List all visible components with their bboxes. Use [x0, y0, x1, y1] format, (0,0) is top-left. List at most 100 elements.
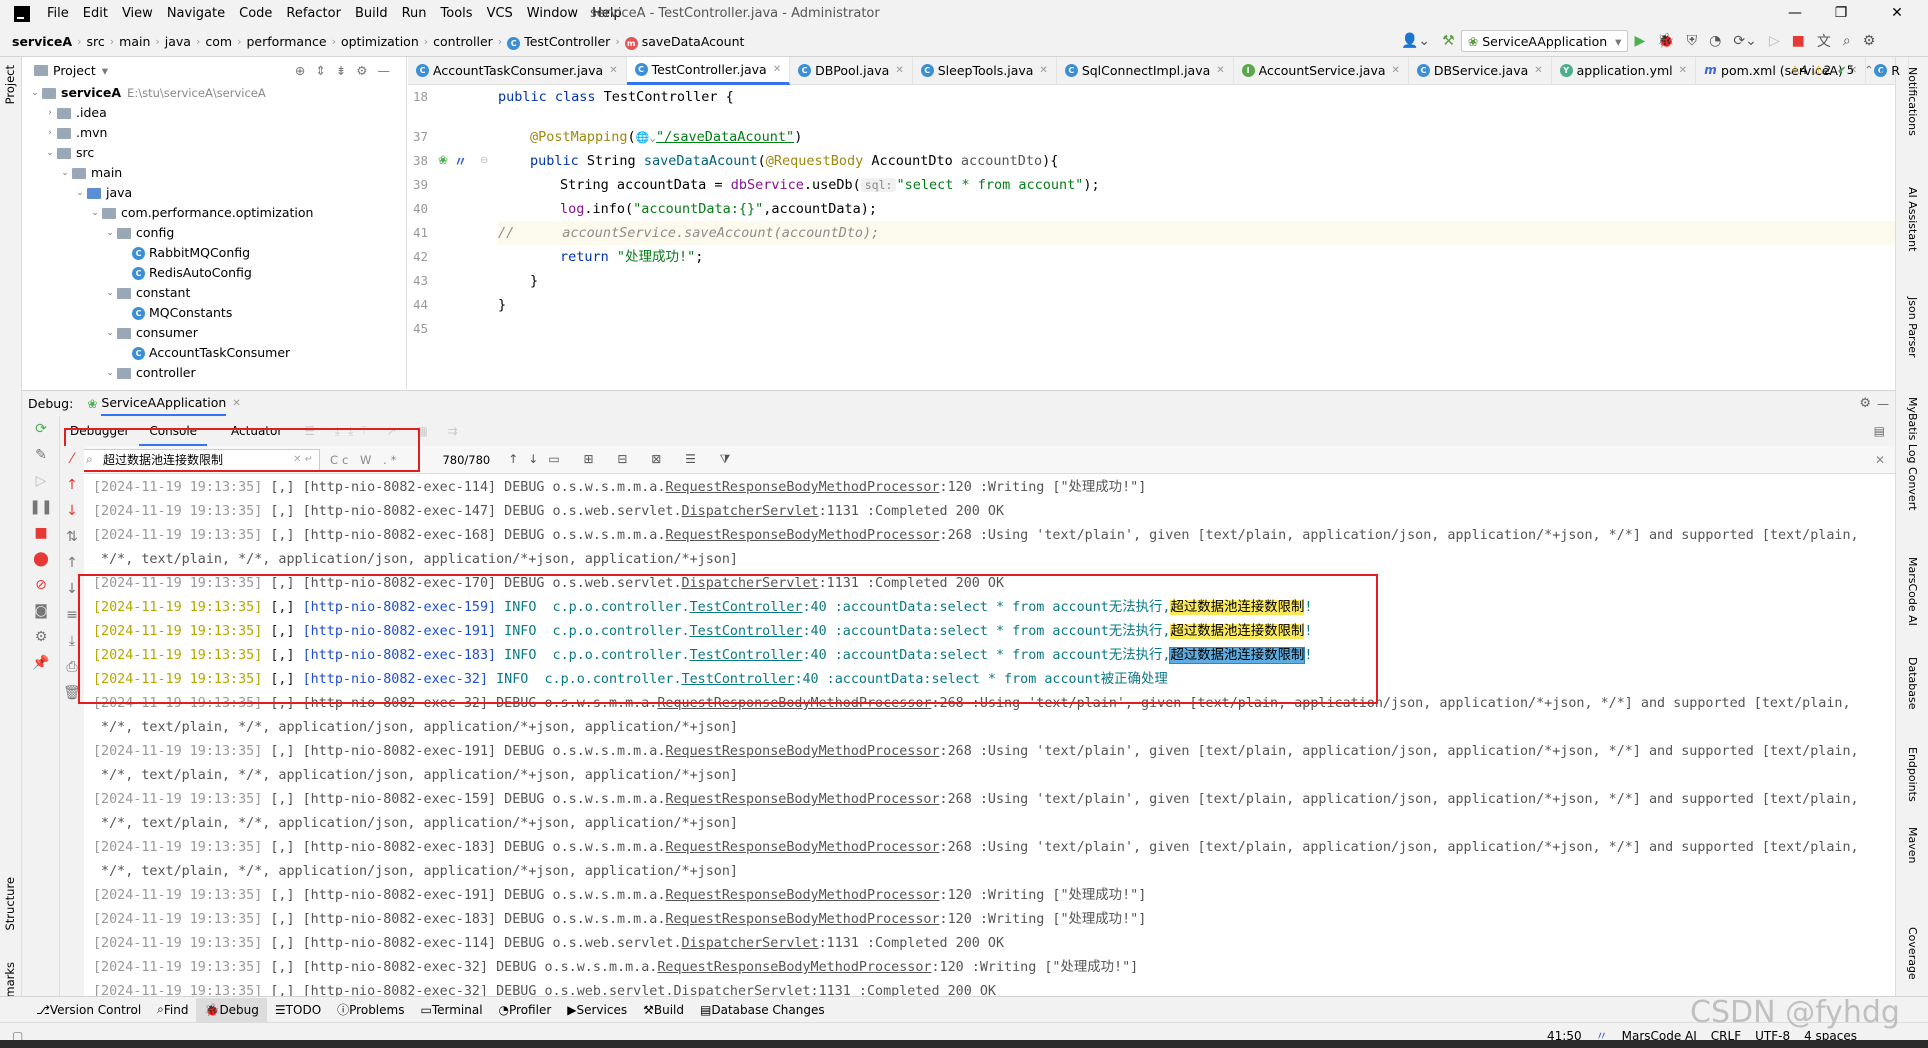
console-output[interactable]: [2024-11-19 19:13:35] [,] [http-nio-8082… [88, 476, 1895, 996]
close-icon[interactable]: ✕ [1874, 0, 1920, 27]
menu-code[interactable]: Code [232, 0, 279, 27]
tree-arrow-icon[interactable]: ⌄ [103, 283, 117, 303]
tool-project[interactable]: Project [3, 65, 17, 104]
sort-icon[interactable]: ⇅ [60, 524, 84, 550]
coverage-icon[interactable]: ⛨ [1681, 33, 1704, 49]
breadcrumb-item[interactable]: optimization [337, 34, 423, 49]
project-title[interactable]: Project [53, 63, 96, 78]
run-icon[interactable]: ▶ [1628, 33, 1651, 49]
breadcrumb-item[interactable]: java [161, 34, 195, 49]
spring-bean-icon[interactable]: ❀ [438, 153, 448, 167]
editor-tab[interactable]: C AccountTaskConsumer.java ✕ [408, 56, 627, 85]
tree-item[interactable]: ⌄ java [28, 183, 406, 203]
settings-icon[interactable]: ⚙ [22, 624, 60, 650]
toolwindow-version-control[interactable]: ⎇ Version Control [28, 1003, 149, 1017]
tree-item[interactable]: C AccountTaskConsumer [28, 343, 406, 363]
tree-item[interactable]: ⌄ constant [28, 283, 406, 303]
tree-item[interactable]: C RabbitMQConfig [28, 243, 406, 263]
toolwindow-problems[interactable]: ⓘ Problems [329, 1001, 412, 1018]
toolwindow-build[interactable]: ⚒ Build [635, 1003, 692, 1017]
toolwindow-terminal[interactable]: ▭ Terminal [412, 1003, 490, 1017]
editor-tab[interactable]: Yapplication.yml ✕ [1552, 56, 1697, 85]
tool-json-parser[interactable]: Json Parser [1906, 297, 1919, 358]
close-tab-icon[interactable]: ✕ [1392, 65, 1400, 76]
editor-tab[interactable]: C TestController.java ✕ [626, 56, 791, 85]
menu-vcs[interactable]: VCS [480, 0, 520, 27]
tree-arrow-icon[interactable]: ⌄ [103, 223, 117, 243]
minimize-icon[interactable]: — [1772, 0, 1818, 27]
toolwindow-profiler[interactable]: ◔ Profiler [491, 1003, 560, 1017]
breadcrumb-item[interactable]: C TestController [503, 34, 614, 50]
editor-tab[interactable]: I AccountService.java ✕ [1234, 56, 1409, 85]
tree-arrow-icon[interactable]: ⌄ [43, 143, 57, 163]
tool-mybatis-log[interactable]: MyBatis Log Convert [1906, 397, 1919, 511]
resume-icon[interactable]: ▷ [1763, 33, 1786, 49]
breadcrumb-item[interactable]: serviceA [8, 34, 76, 49]
layout-icon[interactable]: ▤ [1874, 424, 1885, 438]
close-tab-icon[interactable]: ✕ [232, 398, 240, 409]
inspection-widget[interactable]: ⚠ 4 ⚠ 2 ✔ 5 ⌃ ⌄ [1790, 63, 1887, 77]
search-nav-icons[interactable]: ↑↓▭ ⊞ ⊟ ⊠ ☰ ⧩ [508, 452, 740, 467]
user-icon[interactable]: 👤⌄ [1395, 33, 1436, 49]
tool-database[interactable]: Database [1906, 657, 1919, 710]
stop-icon[interactable]: ■ [1786, 33, 1811, 49]
tree-item[interactable]: › .mvn [28, 123, 406, 143]
toolwindow-database-changes[interactable]: ▤ Database Changes [692, 1003, 833, 1017]
scroll-up-icon[interactable]: ↑ [60, 550, 84, 576]
close-tab-icon[interactable]: ✕ [1679, 65, 1687, 76]
tool-marscode[interactable]: MarsCode AI [1906, 557, 1919, 626]
editor-tab[interactable]: C SqlConnectImpl.java ✕ [1057, 56, 1234, 85]
menu-view[interactable]: View [115, 0, 160, 27]
profile-icon[interactable]: ◔ [1703, 33, 1727, 49]
minimize-panel-icon[interactable]: — [1877, 397, 1889, 411]
tree-item[interactable]: ⌄ config [28, 223, 406, 243]
editor-tab[interactable]: C DBService.java ✕ [1409, 56, 1552, 85]
stop-icon[interactable]: ■ [22, 520, 60, 546]
close-tab-icon[interactable]: ✕ [1534, 65, 1542, 76]
tool-structure[interactable]: Structure [3, 877, 17, 931]
breadcrumb-item[interactable]: com [201, 34, 236, 49]
tree-item[interactable]: ⌄ controller [28, 363, 406, 383]
clear-all-icon[interactable]: ⁄ [60, 446, 84, 472]
tree-arrow-icon[interactable]: ⌄ [103, 323, 117, 343]
tree-arrow-icon[interactable]: ⌄ [103, 363, 117, 383]
mute-breakpoints-icon[interactable]: ⊘ [22, 572, 60, 598]
editor-tab[interactable]: C DBPool.java ✕ [790, 56, 913, 85]
down-arrow-icon[interactable]: ↓ [60, 498, 84, 524]
menu-tools[interactable]: Tools [434, 0, 480, 27]
tree-item[interactable]: ⌄ src [28, 143, 406, 163]
tree-arrow-icon[interactable]: ⌄ [73, 183, 87, 203]
breadcrumb-item[interactable]: controller [429, 34, 497, 49]
tree-item[interactable]: C RedisAutoConfig [28, 263, 406, 283]
view-breakpoints-icon[interactable]: ⬤ [22, 546, 60, 572]
gear-icon[interactable]: ⚙ [1859, 396, 1871, 411]
tree-arrow-icon[interactable]: ⌄ [58, 163, 72, 183]
tree-item-root[interactable]: ⌄ serviceA E:\stu\serviceA\serviceA [28, 83, 406, 103]
more-run-icon[interactable]: ⟳⌄ [1727, 33, 1762, 49]
code-area[interactable]: public class TestController { @PostMappi… [498, 85, 1878, 389]
camera-icon[interactable]: ◙ [22, 598, 60, 624]
maximize-icon[interactable]: ❐ [1818, 0, 1864, 27]
close-tab-icon[interactable]: ✕ [773, 64, 781, 75]
tree-arrow-icon[interactable]: › [43, 123, 57, 143]
chevron-down-icon[interactable]: ▾ [102, 63, 108, 78]
close-tab-icon[interactable]: ✕ [1039, 65, 1047, 76]
up-arrow-icon[interactable]: ↑ [60, 472, 84, 498]
debug-session-tab[interactable]: ServiceAApplication [101, 392, 227, 416]
pin-icon[interactable]: 📌 [22, 650, 60, 676]
close-search-icon[interactable]: ✕ [1875, 453, 1885, 467]
tree-item[interactable]: C MQConstants [28, 303, 406, 323]
search-icon[interactable]: ⌕ [1837, 33, 1857, 49]
toolwindow-debug[interactable]: 🐞 Debug [196, 997, 267, 1022]
run-configuration-select[interactable]: ❀ ServiceAApplication ▾ [1460, 30, 1629, 52]
rerun-icon[interactable]: ⟳ [22, 416, 60, 442]
tree-item[interactable]: › .idea [28, 103, 406, 123]
project-toolbar-icons[interactable]: ⊕⇕⇟⚙— [295, 63, 406, 78]
tree-item[interactable]: ⌄ main [28, 163, 406, 183]
build-hammer-icon[interactable]: ⚒ [1436, 33, 1461, 49]
toolwindow-find[interactable]: ⌕ Find [149, 1002, 196, 1017]
menu-refactor[interactable]: Refactor [279, 0, 348, 27]
edit-config-icon[interactable]: ✎ [22, 442, 60, 468]
tree-arrow-icon[interactable]: › [43, 103, 57, 123]
editor-tab[interactable]: C SleepTools.java ✕ [913, 56, 1057, 85]
